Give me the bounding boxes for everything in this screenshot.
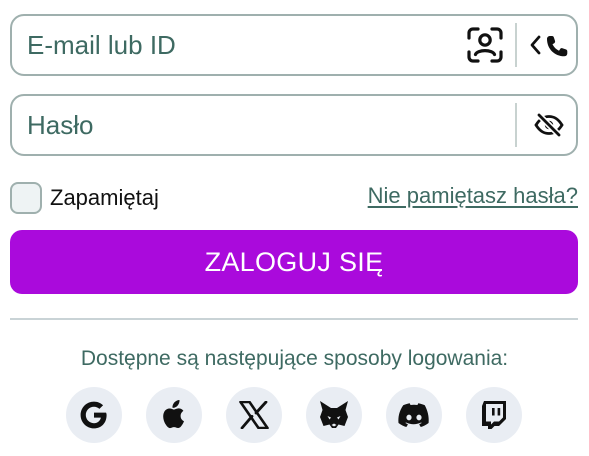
metamask-login-button[interactable] — [306, 387, 362, 443]
login-button[interactable]: ZALOGUJ SIĘ — [10, 230, 578, 294]
metamask-icon — [320, 401, 348, 428]
twitch-icon — [482, 401, 506, 429]
face-scan-icon[interactable] — [460, 16, 510, 74]
remember-checkbox[interactable] — [10, 182, 42, 214]
google-icon — [80, 401, 107, 429]
discord-login-button[interactable] — [386, 387, 442, 443]
remember-label: Zapamiętaj — [50, 185, 159, 210]
login-panel: E-mail lub ID Hasło Zapamiętaj Nie pamię… — [0, 0, 589, 456]
x-login-button[interactable] — [226, 387, 282, 443]
password-placeholder: Hasło — [27, 110, 94, 140]
login-methods-caption: Dostępne są następujące sposoby logowani… — [80, 347, 509, 370]
remember-me[interactable]: Zapamiętaj — [10, 182, 159, 214]
password-field[interactable]: Hasło — [10, 94, 578, 156]
field-divider — [515, 103, 517, 147]
email-placeholder: E-mail lub ID — [27, 30, 176, 60]
field-divider — [515, 23, 517, 67]
x-icon — [239, 401, 269, 429]
forgot-password-link[interactable]: Nie pamiętasz hasła? — [368, 183, 578, 209]
twitch-login-button[interactable] — [466, 387, 522, 443]
phone-switch-icon[interactable] — [521, 16, 576, 74]
discord-icon — [398, 403, 429, 427]
google-login-button[interactable] — [66, 387, 122, 443]
social-login-row — [0, 387, 589, 443]
section-divider — [10, 318, 578, 320]
apple-login-button[interactable] — [146, 387, 202, 443]
email-field[interactable]: E-mail lub ID — [10, 14, 578, 76]
eye-slash-icon[interactable] — [521, 96, 576, 154]
apple-icon — [163, 400, 184, 429]
